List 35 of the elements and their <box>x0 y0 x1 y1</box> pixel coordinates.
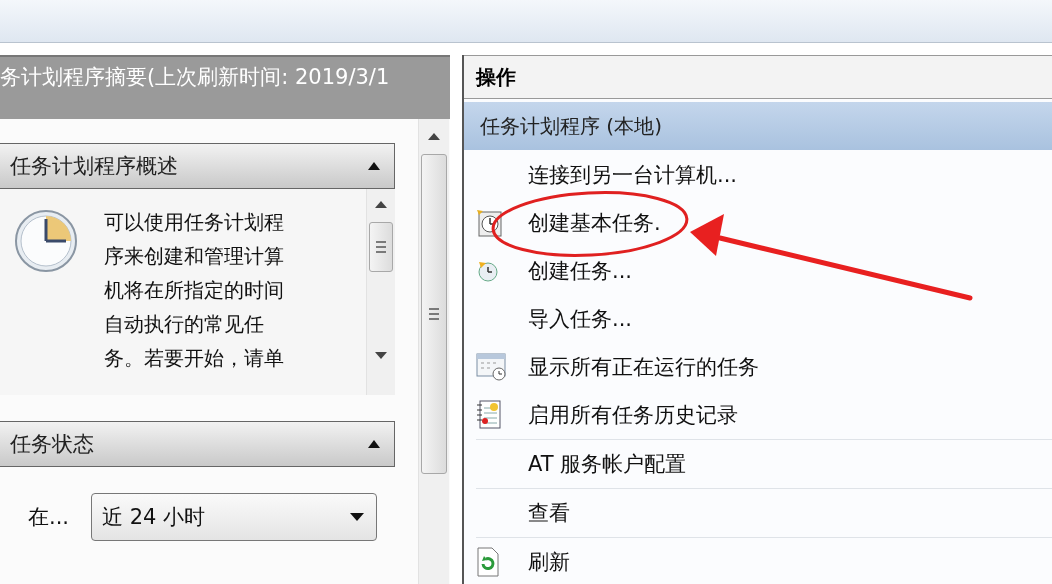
clock-icon <box>14 209 78 273</box>
collapse-icon[interactable] <box>368 162 380 170</box>
collapse-icon[interactable] <box>368 440 380 448</box>
action-link[interactable]: 查看 <box>528 499 570 527</box>
action-link[interactable]: 刷新 <box>528 548 570 576</box>
description-text: 可以使用任务计划程 序来创建和管理计算 机将在所指定的时间 自动执行的常见任 务。若要开始，请单 <box>104 209 284 372</box>
notebook-icon <box>476 400 502 430</box>
scroll-down-icon[interactable] <box>375 352 387 359</box>
summary-header: 务计划程序摘要(上次刷新时间: 2019/3/1 <box>0 55 450 119</box>
actions-header: 操作 <box>464 55 1052 99</box>
action-link[interactable]: 创建任务... <box>528 257 633 285</box>
scroll-up-icon[interactable] <box>428 133 440 140</box>
refresh-icon <box>476 547 500 577</box>
grip-icon[interactable] <box>429 308 439 320</box>
scrollbar[interactable] <box>418 119 449 584</box>
scroll-up-icon[interactable] <box>375 201 387 208</box>
scrollbar[interactable] <box>366 189 395 395</box>
calendar-clock-icon <box>476 353 508 381</box>
section-header[interactable]: 任务计划程序概述 <box>0 143 395 189</box>
action-link[interactable]: 创建基本任务. <box>528 209 661 237</box>
action-link[interactable]: 启用所有任务历史记录 <box>528 401 738 429</box>
action-link[interactable]: AT 服务帐户配置 <box>528 450 687 478</box>
grip-icon[interactable] <box>376 241 386 253</box>
section-title: 任务计划程序概述 <box>10 153 178 180</box>
action-link[interactable]: 连接到另一台计算机... <box>528 160 738 189</box>
dropdown-arrow-icon[interactable] <box>350 513 365 521</box>
clock-document-icon <box>476 208 504 238</box>
section-header[interactable]: 任务状态 <box>0 421 395 467</box>
clock-icon <box>476 259 500 283</box>
actions-group-header[interactable]: 任务计划程序 (本地) <box>464 102 1052 150</box>
action-link[interactable]: 显示所有正在运行的任务 <box>528 353 759 381</box>
action-link[interactable]: 导入任务... <box>528 305 633 333</box>
filter-label: 在... <box>28 504 70 531</box>
time-range-dropdown[interactable]: 近 24 小时 <box>91 493 378 541</box>
section-title: 任务状态 <box>10 431 94 458</box>
